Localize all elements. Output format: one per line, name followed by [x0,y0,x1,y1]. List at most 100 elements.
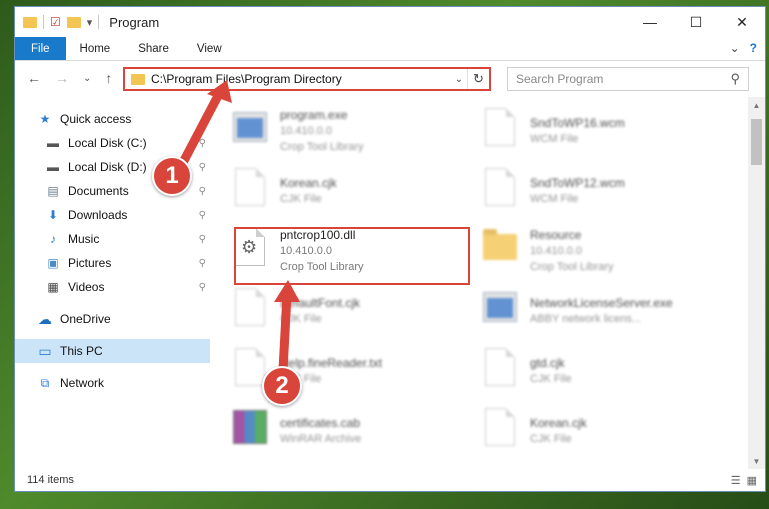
tab-share[interactable]: Share [124,37,183,60]
file-item[interactable]: NetworkLicenseServer.exe ABBY network lic… [480,283,720,339]
back-icon[interactable]: ← [27,70,41,86]
file-name: certificates.cab [280,416,361,430]
file-detail: 10.410.0.0 [280,125,332,137]
file-meta: program.exe 10.410.0.0 Crop Tool Library [280,103,364,159]
customize-toolbar-icon[interactable]: ▾ [87,16,93,29]
callout-step-2: 2 [262,366,302,406]
folder-icon [23,16,37,28]
sidebar-item-this-pc[interactable]: ▭ This PC [15,339,210,363]
file-detail: WinRAR Archive [280,433,362,445]
recent-locations-icon[interactable]: ⌄ [83,73,91,84]
file-name: SndToWP12.wcm [530,176,625,190]
pin-icon: ⚲ [198,137,206,149]
music-icon: ♪ [50,232,56,246]
file-name: Korean.cjk [280,176,337,190]
sidebar-item-pictures[interactable]: ▣ Pictures ⚲ [15,251,210,275]
up-icon[interactable]: ↑ [105,70,112,86]
minimize-button[interactable]: — [627,7,673,37]
sidebar-item-music[interactable]: ♪ Music ⚲ [15,227,210,251]
divider [43,15,44,29]
new-folder-icon[interactable] [66,16,81,28]
file-meta: DefaultFont.cjk CJK File [280,283,360,339]
forward-icon[interactable]: → [55,70,69,86]
divider [98,15,100,29]
sidebar-item-label: Network [60,376,105,390]
computer-icon: ▭ [38,342,52,359]
file-name: SndToWP16.wcm [530,116,625,130]
status-bar: 114 items ☰ ▦ [15,469,765,491]
sidebar-item-label: Downloads [68,208,128,222]
file-name: Resource [530,228,582,242]
sidebar-item-label: This PC [60,344,103,358]
sidebar-item-label: Videos [68,280,105,294]
window-controls: — ☐ ✕ [627,7,765,37]
address-path[interactable]: C:\Program Files\Program Directory [151,72,451,86]
content-area: ★ Quick access ▬ Local Disk (C:) ⚲ ▬ Local Dis… [15,97,765,469]
search-placeholder: Search Program [516,72,604,86]
maximize-button[interactable]: ☐ [673,7,719,37]
file-item[interactable]: Korean.cjk CJK File [480,403,720,459]
file-item[interactable]: gtd.cjk CJK File [480,343,720,399]
quick-access-toolbar: ☑ ▾ [15,15,100,29]
scroll-up-icon[interactable]: ▲ [748,97,765,113]
file-item[interactable]: certificates.cab WinRAR Archive [230,403,470,459]
address-bar[interactable]: C:\Program Files\Program Directory ⌄ ↻ [123,67,491,91]
sidebar-item-label: Quick access [60,112,132,126]
sidebar-item-local-disk-c[interactable]: ▬ Local Disk (C:) ⚲ [15,131,210,155]
properties-icon[interactable]: ☑ [50,15,61,29]
scrollbar-thumb[interactable] [751,119,762,165]
network-icon: ⧉ [40,375,50,390]
help-icon[interactable]: ? [750,41,757,55]
close-button[interactable]: ✕ [719,7,765,37]
document-icon [480,103,520,151]
document-icon [230,163,270,211]
file-item[interactable]: SndToWP12.wcm WCM File [480,163,720,219]
file-name: Korean.cjk [530,416,587,430]
file-item[interactable]: Resource 10.410.0.0 Crop Tool Library [480,223,720,279]
file-meta: Korean.cjk CJK File [280,163,337,219]
refresh-icon[interactable]: ↻ [467,69,489,89]
tab-view[interactable]: View [183,37,236,60]
pictures-icon: ▣ [47,256,59,270]
file-item[interactable]: program.exe 10.410.0.0 Crop Tool Library [230,103,470,159]
tab-home[interactable]: Home [66,37,125,60]
file-item[interactable]: Korean.cjk CJK File [230,163,470,219]
sidebar-item-videos[interactable]: ▦ Videos ⚲ [15,275,210,299]
explorer-window: ☑ ▾ Program — ☐ ✕ File Home Share View ⌄… [14,6,766,492]
file-item[interactable]: DefaultFont.cjk CJK File [230,283,470,339]
file-detail: WCM File [530,193,579,205]
sidebar-item-onedrive[interactable]: ☁ OneDrive [15,307,210,331]
large-icons-view-icon[interactable]: ▦ [747,474,757,487]
file-detail: WCM File [530,133,579,145]
document-icon [480,343,520,391]
cloud-icon: ☁ [38,310,52,327]
vertical-scrollbar[interactable]: ▲ ▼ [748,97,765,469]
file-meta: Korean.cjk CJK File [530,403,587,459]
documents-icon: ▤ [47,184,59,198]
highlight-box-file [234,227,470,285]
expand-ribbon-icon[interactable]: ⌄ [730,41,740,55]
navigation-buttons: ← → ⌄ ↑ [15,70,112,86]
sidebar-item-label: Pictures [68,256,112,270]
search-icon[interactable]: ⚲ [730,71,740,87]
pin-icon: ⚲ [198,161,206,173]
application-icon [230,103,270,151]
sidebar-item-label: OneDrive [60,312,111,326]
sidebar-item-quick-access[interactable]: ★ Quick access [15,107,210,131]
tab-file[interactable]: File [15,37,66,60]
sidebar-item-label: Documents [68,184,129,198]
file-list: program.exe 10.410.0.0 Crop Tool Library Sn… [210,97,765,469]
star-icon: ★ [39,112,51,126]
file-item[interactable]: SndToWP16.wcm WCM File [480,103,720,159]
drive-icon: ▬ [47,136,59,150]
details-view-icon[interactable]: ☰ [731,474,741,487]
download-icon: ⬇ [47,208,59,222]
sidebar-item-network[interactable]: ⧉ Network [15,371,210,395]
window-title: Program [109,14,160,30]
address-dropdown-icon[interactable]: ⌄ [451,74,467,85]
search-input[interactable]: Search Program ⚲ [507,67,749,91]
document-icon [230,283,270,331]
sidebar-item-downloads[interactable]: ⬇ Downloads ⚲ [15,203,210,227]
pin-icon: ⚲ [198,185,206,197]
scroll-down-icon[interactable]: ▼ [748,453,765,469]
